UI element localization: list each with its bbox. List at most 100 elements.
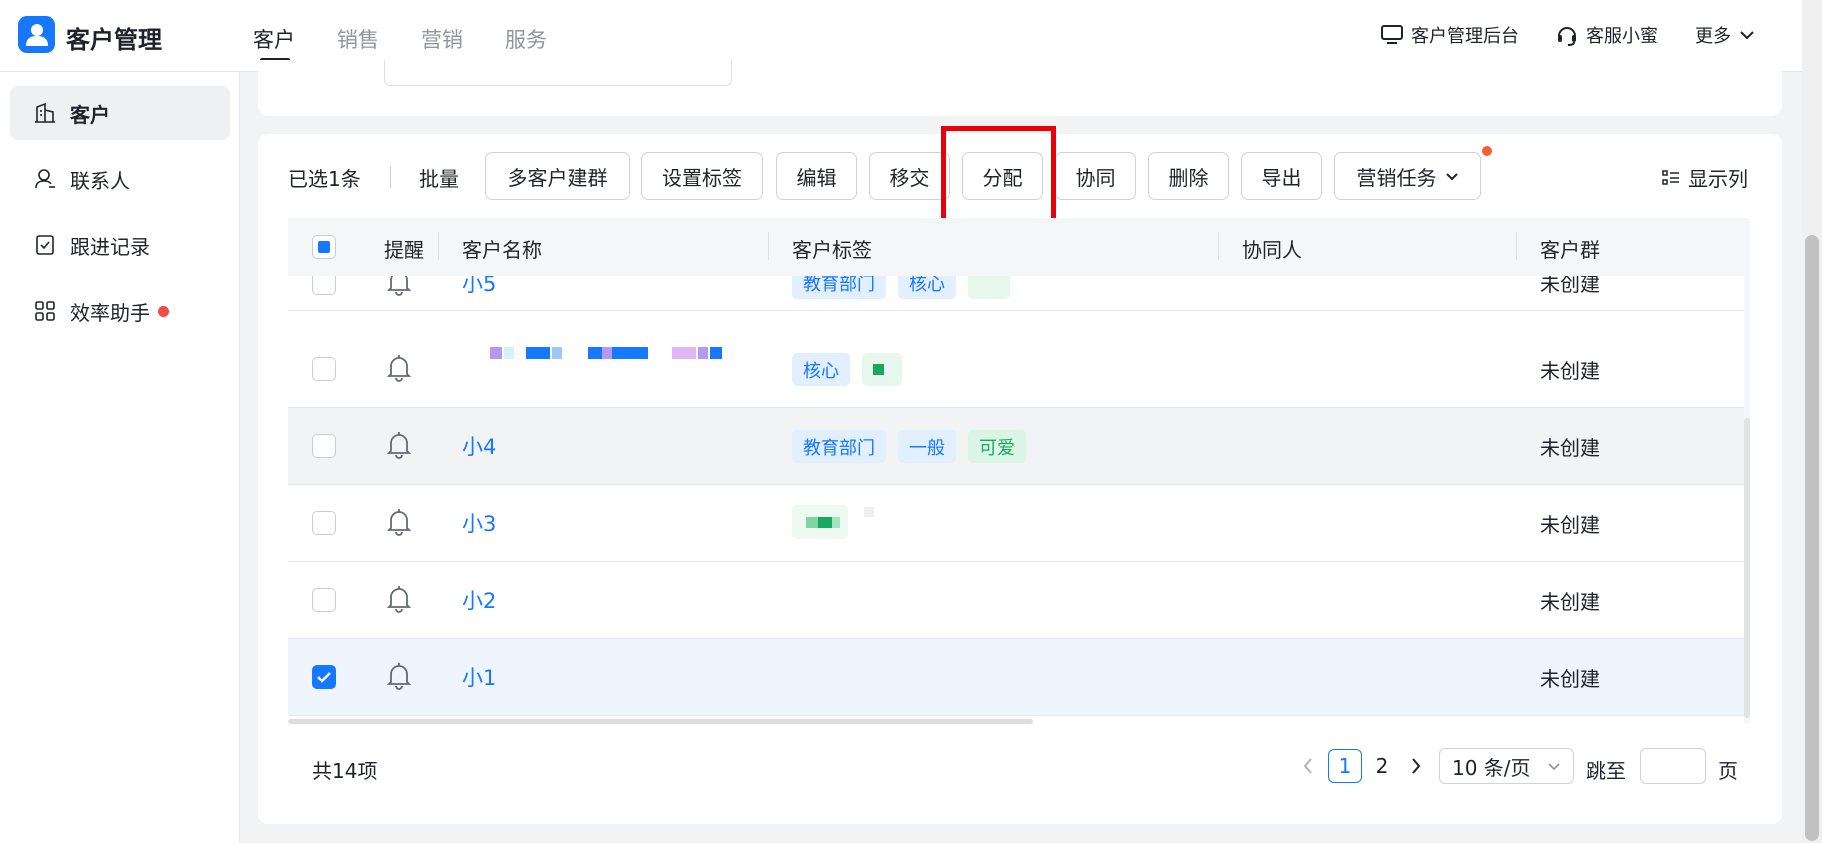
page-2-button[interactable]: 2: [1365, 749, 1399, 783]
batch-label: 批量: [419, 167, 459, 191]
marketing-task-dropdown[interactable]: 营销任务: [1334, 152, 1481, 200]
customer-tag: 核心: [792, 353, 850, 386]
sidebar-item-label: 跟进记录: [70, 234, 150, 259]
admin-console-label: 客户管理后台: [1411, 26, 1519, 47]
page-size-value: 10 条/页: [1452, 755, 1531, 780]
grid-icon: [35, 301, 55, 321]
customer-name-link[interactable]: 小2: [462, 585, 496, 615]
row-checkbox[interactable]: [312, 588, 336, 612]
tab-marketing[interactable]: 营销: [421, 24, 463, 54]
jump-to-label: 跳至: [1586, 759, 1626, 783]
checkmark-icon: [317, 672, 331, 683]
marketing-notification-dot: [1482, 146, 1492, 156]
customer-tags: 核心: [792, 353, 902, 386]
customer-group-status: 未创建: [1540, 436, 1600, 460]
marketing-task-label: 营销任务: [1356, 165, 1437, 190]
customer-group-status: 未创建: [1540, 513, 1600, 537]
bell-icon[interactable]: [386, 585, 412, 613]
contact-icon: [35, 169, 55, 189]
tab-service[interactable]: 服务: [505, 24, 547, 54]
app-title: 客户管理: [66, 26, 162, 54]
page-suffix-label: 页: [1718, 759, 1738, 783]
user-icon: [26, 24, 48, 46]
sidebar-item-contacts[interactable]: 联系人: [10, 152, 230, 206]
table-row[interactable]: 核心 未创建: [288, 331, 1746, 408]
sidebar-item-label: 客户: [70, 102, 110, 127]
customer-name-link[interactable]: 小4: [462, 431, 496, 461]
show-columns-label: 显示列: [1688, 167, 1748, 191]
page-1-button[interactable]: 1: [1328, 749, 1362, 783]
chevron-down-icon: [1740, 31, 1754, 40]
sidebar-item-efficiency[interactable]: 效率助手: [10, 284, 230, 338]
multi-customer-group-button[interactable]: 多客户建群: [485, 152, 630, 200]
sidebar-item-customers[interactable]: 客户: [10, 86, 230, 140]
chevron-right-icon: [1412, 758, 1421, 774]
customer-group-status: 未创建: [1540, 359, 1600, 383]
sidebar-item-label: 联系人: [70, 168, 130, 193]
bell-icon[interactable]: [386, 431, 412, 459]
table-vertical-scroll-thumb[interactable]: [1744, 418, 1750, 718]
more-label: 更多: [1695, 26, 1731, 47]
table-row[interactable]: 小4 教育部门 一般 可爱 未创建: [288, 408, 1746, 485]
row-checkbox[interactable]: [312, 511, 336, 535]
column-header-group: 客户群: [1540, 238, 1600, 262]
next-page-button[interactable]: [1410, 756, 1422, 780]
redacted-block: [873, 364, 884, 375]
redacted-customer-name[interactable]: [490, 347, 750, 361]
table-row[interactable]: 小2 未创建: [288, 562, 1746, 639]
table-header: 提醒 客户名称 客户标签 协同人 客户群: [288, 218, 1746, 276]
notification-dot: [158, 305, 169, 317]
bell-icon[interactable]: [386, 662, 412, 690]
column-header-tags: 客户标签: [792, 238, 872, 262]
customer-name-link[interactable]: 小3: [462, 508, 496, 538]
export-button[interactable]: 导出: [1241, 152, 1322, 200]
customer-name-link[interactable]: 小1: [462, 662, 496, 692]
support-link[interactable]: 客服小蜜: [1556, 22, 1658, 48]
column-header-remind: 提醒: [384, 238, 424, 262]
admin-console-link[interactable]: 客户管理后台: [1381, 22, 1519, 48]
headset-icon: [1558, 27, 1576, 46]
total-count: 共14项: [312, 759, 378, 783]
monitor-icon: [1381, 25, 1403, 44]
support-label: 客服小蜜: [1586, 26, 1658, 47]
jump-to-page-input[interactable]: [1640, 748, 1706, 784]
more-menu[interactable]: 更多: [1695, 22, 1755, 48]
app-logo: [18, 16, 55, 53]
column-list-icon: [1662, 169, 1679, 185]
chevron-left-icon: [1303, 758, 1312, 774]
toolbar-divider: [390, 166, 391, 188]
tab-customers[interactable]: 客户: [253, 24, 295, 54]
table-row[interactable]: 小1 未创建: [288, 639, 1746, 716]
column-divider: [1218, 232, 1219, 260]
customer-tag: 可爱: [968, 430, 1026, 463]
collaborate-button[interactable]: 协同: [1055, 152, 1136, 200]
table-row[interactable]: 小3 未创建: [288, 485, 1746, 562]
sidebar-item-label: 效率助手: [70, 300, 150, 325]
row-checkbox[interactable]: [312, 357, 336, 381]
delete-button[interactable]: 删除: [1148, 152, 1229, 200]
row-checkbox-checked[interactable]: [312, 665, 336, 689]
page-size-select[interactable]: 10 条/页: [1439, 748, 1574, 784]
bell-icon[interactable]: [386, 508, 412, 536]
column-divider: [768, 232, 769, 260]
edit-button[interactable]: 编辑: [776, 152, 857, 200]
chevron-down-icon: [1445, 172, 1458, 180]
transfer-button[interactable]: 移交: [869, 152, 950, 200]
building-icon: [35, 102, 55, 123]
filter-input[interactable]: [384, 60, 732, 86]
column-header-collaborator: 协同人: [1242, 238, 1302, 262]
customer-tag: 一般: [898, 430, 956, 463]
tab-sales[interactable]: 销售: [337, 24, 379, 54]
customer-tag-obscured: [862, 353, 902, 386]
assign-button-highlight: [941, 126, 1056, 224]
sidebar-item-followups[interactable]: 跟进记录: [10, 218, 230, 272]
table-horizontal-scroll-thumb[interactable]: [288, 719, 1033, 724]
selected-count: 已选1条: [288, 167, 361, 191]
prev-page-button[interactable]: [1302, 756, 1314, 780]
set-tags-button[interactable]: 设置标签: [641, 152, 763, 200]
select-all-checkbox[interactable]: [312, 235, 336, 259]
row-checkbox[interactable]: [312, 434, 336, 458]
show-columns-button[interactable]: 显示列: [1662, 163, 1748, 192]
window-scroll-thumb[interactable]: [1805, 235, 1819, 841]
bell-icon[interactable]: [386, 354, 412, 382]
